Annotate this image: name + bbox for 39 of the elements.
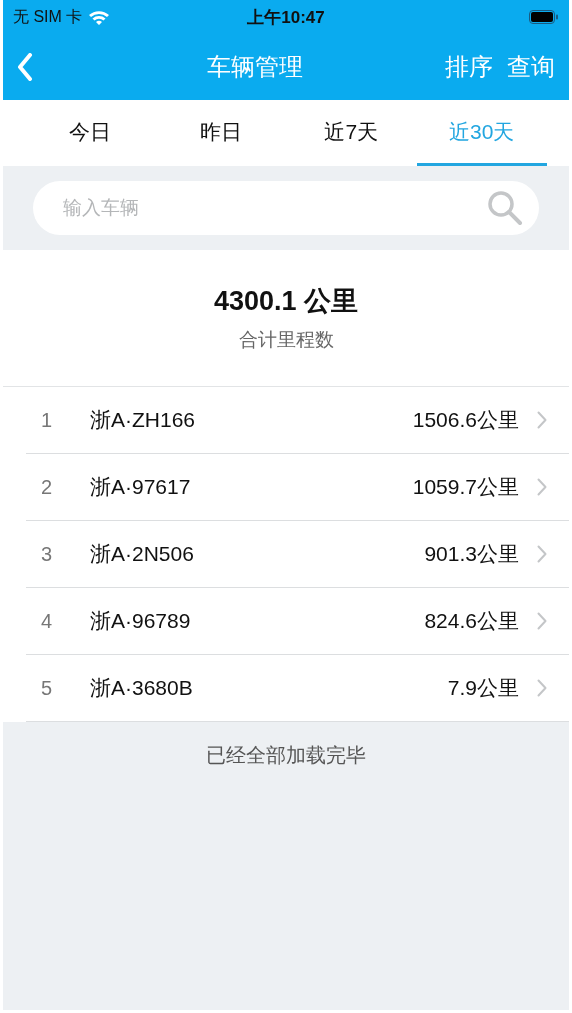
distance-value: 1059.7公里 xyxy=(412,474,519,500)
plate-number: 浙A·3680B xyxy=(90,675,193,701)
distance-value: 7.9公里 xyxy=(447,675,519,701)
chevron-right-icon xyxy=(537,679,547,697)
plate-number: 浙A·2N506 xyxy=(90,541,194,567)
search-field[interactable]: 输入车辆 xyxy=(33,181,539,235)
plate-number: 浙A·97617 xyxy=(90,474,191,500)
rank-number: 5 xyxy=(40,676,54,700)
wifi-icon xyxy=(88,9,111,25)
time-label: 上午10:47 xyxy=(247,6,325,29)
carrier-label: 无 SIM 卡 xyxy=(13,6,83,27)
chevron-right-icon xyxy=(537,478,547,496)
plate-number: 浙A·ZH166 xyxy=(90,407,196,433)
vehicle-row[interactable]: 2 浙A·97617 1059.7公里 xyxy=(26,454,569,521)
distance-value: 901.3公里 xyxy=(424,541,519,567)
distance-value: 1506.6公里 xyxy=(412,407,519,433)
vehicle-row[interactable]: 3 浙A·2N506 901.3公里 xyxy=(26,521,569,588)
period-tab[interactable]: 今日 xyxy=(25,100,156,166)
chevron-right-icon xyxy=(537,411,547,429)
total-distance: 4300.1 公里 xyxy=(213,285,359,318)
rank-number: 2 xyxy=(40,475,54,499)
vehicle-row[interactable]: 1 浙A·ZH166 1506.6公里 xyxy=(26,387,569,454)
vehicle-row[interactable]: 4 浙A·96789 824.6公里 xyxy=(26,588,569,655)
chevron-right-icon xyxy=(537,612,547,630)
chevron-left-icon xyxy=(17,53,33,81)
distance-value: 824.6公里 xyxy=(424,608,519,634)
load-complete-text: 已经全部加载完毕 xyxy=(205,743,367,768)
total-distance-label: 合计里程数 xyxy=(238,328,334,352)
rank-number: 1 xyxy=(40,408,54,432)
search-icon xyxy=(487,190,523,226)
chevron-right-icon xyxy=(537,545,547,563)
plate-number: 浙A·96789 xyxy=(90,608,191,634)
vehicle-row[interactable]: 5 浙A·3680B 7.9公里 xyxy=(26,655,569,722)
period-tab[interactable]: 昨日 xyxy=(155,100,286,166)
battery-icon xyxy=(529,10,559,24)
rank-number: 4 xyxy=(40,609,54,633)
page-title: 车辆管理 xyxy=(207,52,303,82)
period-tab[interactable]: 近7天 xyxy=(286,100,417,166)
rank-number: 3 xyxy=(40,542,54,566)
